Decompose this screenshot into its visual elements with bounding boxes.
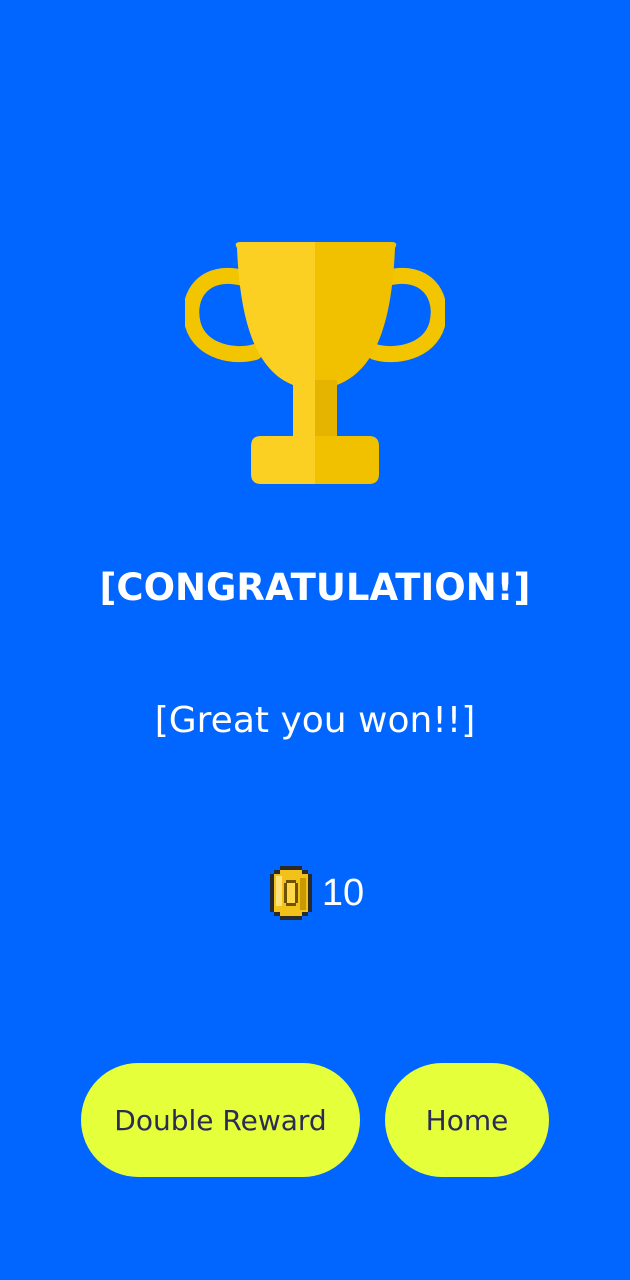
win-screen: [CONGRATULATION!] [Great you won!!] 10 D xyxy=(0,0,630,1280)
home-button[interactable]: Home xyxy=(385,1063,549,1177)
win-message: [Great you won!!] xyxy=(154,700,476,741)
double-reward-button[interactable]: Double Reward xyxy=(81,1063,360,1177)
trophy-icon xyxy=(185,242,445,484)
page-title: [CONGRATULATION!] xyxy=(99,566,531,609)
reward-display: 10 xyxy=(0,866,630,920)
coin-icon xyxy=(269,866,312,920)
reward-amount: 10 xyxy=(321,871,365,914)
